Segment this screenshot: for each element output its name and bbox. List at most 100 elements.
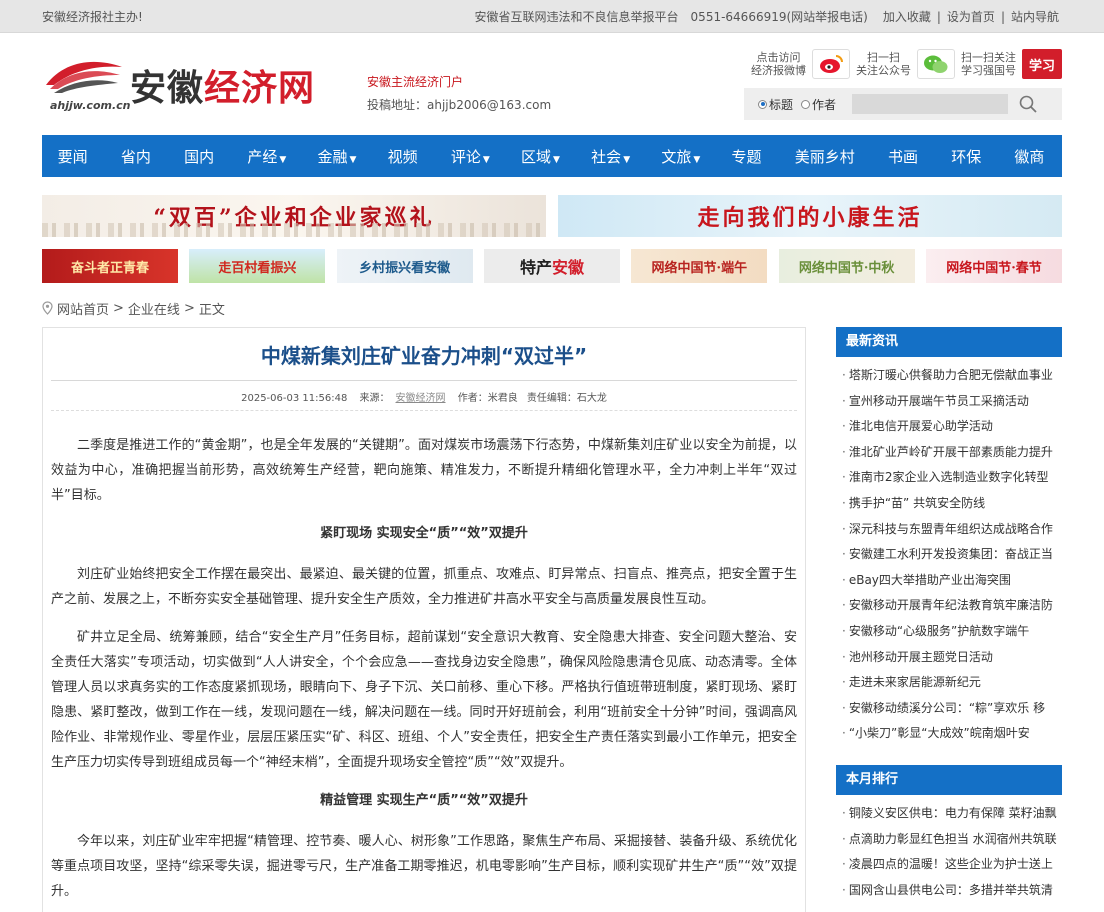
site-nav-link[interactable]: 站内导航 <box>1008 10 1062 24</box>
topic-thumb[interactable]: 网络中国节·中秋 <box>778 249 915 283</box>
rank-link[interactable]: 点滴助力彰显红色担当 水润宿州共筑联 <box>836 827 1062 853</box>
breadcrumb-current: 正文 <box>198 302 225 318</box>
site-header: 安徽经济网 ahjjw.com.cn 安徽主流经济门户 投稿地址：ahjjb20… <box>42 33 1062 135</box>
nav-item-dropdown[interactable]: 文旅 ▼ <box>646 146 716 167</box>
topic-thumb[interactable]: 网络中国节·春节 <box>925 249 1062 283</box>
search-option-author[interactable]: 作者 <box>801 96 836 113</box>
nav-item-dropdown[interactable]: 产经 ▼ <box>232 146 302 167</box>
nav-item-dropdown[interactable]: 金融 ▼ <box>302 146 372 167</box>
article-paragraph: 刘庄矿业始终把安全工作摆在最突出、最紧迫、最关键的位置，抓重点、攻难点、盯异常点… <box>51 567 797 607</box>
news-link[interactable]: 淮北电信开展爱心助学活动 <box>836 414 1062 440</box>
weibo-text: 点击访问 经济报微博 <box>751 51 806 77</box>
topic-thumb[interactable]: 奋斗者正青春 <box>42 249 178 283</box>
main-content: 中煤新集刘庄矿业奋力冲刺“双过半” 2025-06-03 11:56:48 来源… <box>42 327 1062 912</box>
divider: | <box>1000 10 1005 24</box>
nav-item[interactable]: 环保 <box>936 146 999 167</box>
wechat-text: 扫一扫 关注公众号 <box>856 51 911 77</box>
topic-thumb[interactable]: 网络中国节·端午 <box>631 249 768 283</box>
nav-item-dropdown[interactable]: 评论 ▼ <box>435 146 505 167</box>
article-editor: 责任编辑：石大龙 <box>526 393 607 404</box>
breadcrumb-sep: > <box>113 300 124 316</box>
logo-name: 安徽经济网 <box>130 67 316 109</box>
skyline-decoration <box>42 223 546 237</box>
news-link[interactable]: 塔斯汀暖心供餐助力合肥无偿献血事业 <box>836 363 1062 389</box>
location-pin-icon <box>42 301 53 315</box>
nav-item[interactable]: 美丽乡村 <box>779 146 872 167</box>
weibo-icon[interactable] <box>812 49 850 79</box>
topic-thumb[interactable]: 走百村看振兴 <box>189 249 326 283</box>
search-option-title[interactable]: 标题 <box>758 96 793 113</box>
nav-item[interactable]: 要闻 <box>42 146 105 167</box>
breadcrumb-section[interactable]: 企业在线 <box>128 299 180 318</box>
submission-email: 投稿地址：ahjjb2006@163.com <box>367 98 552 112</box>
news-link[interactable]: 淮南市2家企业入选制造业数字化转型 <box>836 465 1062 491</box>
latest-news-box: 最新资讯 塔斯汀暖心供餐助力合肥无偿献血事业 宣州移动开展端午节员工采摘活动 淮… <box>836 327 1062 747</box>
banner-xiaokang[interactable]: 走向我们的小康生活 <box>558 195 1062 237</box>
banner-shuangbai[interactable]: “双百”企业和企业家巡礼 <box>42 195 546 237</box>
nav-item[interactable]: 徽商 <box>999 146 1062 167</box>
breadcrumb-sep: > <box>183 300 195 316</box>
source-link[interactable]: 安徽经济网 <box>396 393 446 404</box>
news-link[interactable]: 安徽移动绩溪分公司：“粽”享欢乐 移 <box>836 696 1062 722</box>
news-link[interactable]: 安徽移动“心级服务”护航数字端午 <box>836 619 1062 645</box>
radio-unchecked-icon[interactable] <box>801 99 811 109</box>
nav-item[interactable]: 视频 <box>372 146 435 167</box>
rank-link[interactable]: 铜陵义安区供电：电力有保障 菜籽油飘 <box>836 801 1062 827</box>
nav-item-dropdown[interactable]: 社会 ▼ <box>576 146 646 167</box>
main-nav: 要闻 省内 国内 产经 ▼ 金融 ▼ 视频 评论 ▼ 区域 ▼ 社会 ▼ 文旅 ▼ 专题 美… <box>42 135 1062 177</box>
util-links: 加入收藏 | 设为首页 | 站内导航 <box>880 8 1062 25</box>
article-paragraph: 今年以来，刘庄矿业牢牢把握“精管理、控节奏、暖人心、树形象”工作思路，聚焦生产布… <box>51 834 797 899</box>
nav-item[interactable]: 国内 <box>168 146 231 167</box>
article-author: 作者：米君良 <box>457 393 518 404</box>
news-link[interactable]: 走进未来家居能源新纪元 <box>836 670 1062 696</box>
search-button[interactable] <box>1018 94 1038 114</box>
article-date: 2025-06-03 11:56:48 <box>241 393 348 404</box>
search-icon <box>1019 95 1037 113</box>
publisher-note: 安徽经济报社主办! <box>42 10 143 24</box>
radio-checked-icon[interactable] <box>758 99 767 109</box>
news-link[interactable]: 携手护“苗” 共筑安全防线 <box>836 491 1062 517</box>
monthly-rank-list: 铜陵义安区供电：电力有保障 菜籽油飘 点滴助力彰显红色担当 水润宿州共筑联 凌晨… <box>836 795 1062 903</box>
rank-link[interactable]: 凌晨四点的温暖！这些企业为护士送上 <box>836 852 1062 878</box>
search-bar: 标题 作者 <box>744 88 1062 120</box>
xuexi-qiangguo-icon[interactable]: 学习 <box>1022 49 1062 79</box>
divider: | <box>936 10 941 24</box>
tagline: 安徽主流经济门户 <box>367 75 464 89</box>
report-phone: 0551-64666919(网站举报电话) <box>690 10 868 24</box>
search-input[interactable] <box>852 94 1009 114</box>
news-link[interactable]: 池州移动开展主题党日活动 <box>836 645 1062 671</box>
news-link[interactable]: 淮北矿业芦岭矿开展干部素质能力提升 <box>836 440 1062 466</box>
report-platform-link[interactable]: 安徽省互联网违法和不良信息举报平台 <box>475 8 679 25</box>
logo-domain: ahjjw.com.cn <box>50 99 131 112</box>
nav-item[interactable]: 省内 <box>105 146 168 167</box>
topic-thumbs: 奋斗者正青春 走百村看振兴 乡村振兴看安徽 特产 安徽 网络中国节·端午 网络中国… <box>42 249 1062 283</box>
nav-item[interactable]: 专题 <box>716 146 779 167</box>
latest-news-list: 塔斯汀暖心供餐助力合肥无偿献血事业 宣州移动开展端午节员工采摘活动 淮北电信开展… <box>836 357 1062 747</box>
social-links: 点击访问 经济报微博 扫一扫 关注公众号 扫一扫关注 学习强国号 学习 <box>744 47 1062 81</box>
topic-thumb[interactable]: 特产 安徽 <box>483 249 620 283</box>
add-favorite-link[interactable]: 加入收藏 <box>880 10 934 24</box>
logo-wing-icon <box>46 61 122 93</box>
news-link[interactable]: 安徽移动开展青年纪法教育筑牢廉洁防 <box>836 593 1062 619</box>
chevron-down-icon: ▼ <box>482 154 490 165</box>
news-link[interactable]: 深元科技与东盟青年组织达成战略合作 <box>836 517 1062 543</box>
article-source: 来源： 安徽经济网 <box>359 393 446 404</box>
top-bar: 安徽经济报社主办! 安徽省互联网违法和不良信息举报平台 0551-6466691… <box>0 0 1104 33</box>
news-link[interactable]: “小柴刀”彰显“大成效”皖南烟叶安 <box>836 721 1062 747</box>
article-meta: 2025-06-03 11:56:48 来源： 安徽经济网 作者：米君良 责任编辑… <box>51 381 797 411</box>
topic-thumb[interactable]: 乡村振兴看安徽 <box>336 249 473 283</box>
article-paragraph: 矿井立足全局、统筹兼顾，结合“安全生产月”任务目标，超前谋划“安全意识大教育、安… <box>51 630 797 770</box>
nav-item-dropdown[interactable]: 区域 ▼ <box>505 146 575 167</box>
latest-news-title: 最新资讯 <box>836 327 1062 357</box>
xuexi-text: 扫一扫关注 学习强国号 <box>961 51 1016 77</box>
wechat-icon[interactable] <box>917 49 955 79</box>
news-link[interactable]: eBay四大举措助产业出海突围 <box>836 568 1062 594</box>
news-link[interactable]: 安徽建工水利开发投资集团：奋战正当 <box>836 542 1062 568</box>
nav-item[interactable]: 书画 <box>872 146 935 167</box>
chevron-down-icon: ▼ <box>623 154 631 165</box>
news-link[interactable]: 宣州移动开展端午节员工采摘活动 <box>836 389 1062 415</box>
rank-link[interactable]: 国网含山县供电公司：多措并举共筑清 <box>836 878 1062 904</box>
set-homepage-link[interactable]: 设为首页 <box>944 10 998 24</box>
site-logo[interactable]: 安徽经济网 ahjjw.com.cn <box>42 51 352 115</box>
breadcrumb-home[interactable]: 网站首页 <box>57 299 109 318</box>
